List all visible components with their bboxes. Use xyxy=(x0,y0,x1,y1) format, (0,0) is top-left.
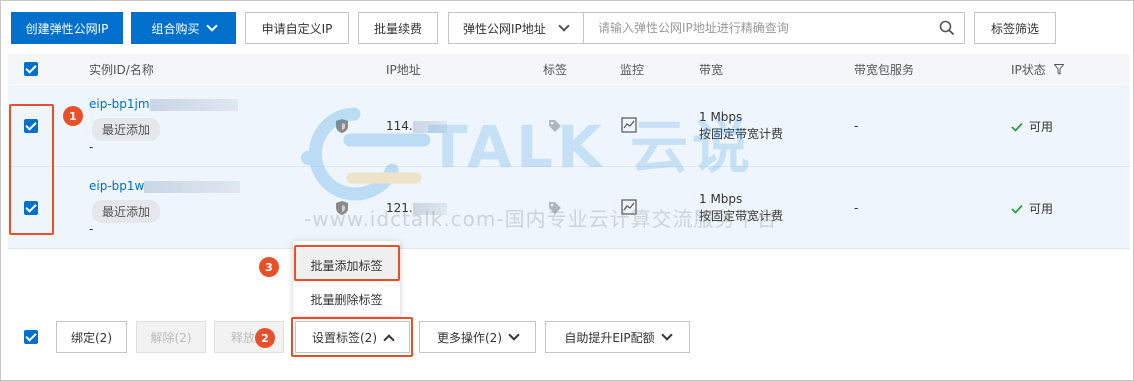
tag-filter-label: 标签筛选 xyxy=(990,21,1039,36)
increase-quota-button[interactable]: 自助提升EIP配额 xyxy=(545,321,690,353)
search-box: 弹性公网IP地址 xyxy=(448,12,965,44)
column-header-bandwidth-package: 带宽包服务 xyxy=(854,63,915,77)
increase-quota-label: 自助提升EIP配额 xyxy=(564,330,655,345)
ip-address-text: 114. xyxy=(386,119,413,133)
shield-icon xyxy=(336,119,348,133)
recent-tag-badge: 最近添加 xyxy=(92,200,161,223)
instance-id-link[interactable]: eip-bp1jm xyxy=(89,97,238,111)
search-icon[interactable] xyxy=(930,13,964,43)
column-header-ip: IP地址 xyxy=(386,63,421,77)
column-header-monitor: 监控 xyxy=(620,63,645,77)
search-type-label: 弹性公网IP地址 xyxy=(463,21,546,36)
menu-item-batch-remove-tags[interactable]: 批量删除标签 xyxy=(293,282,400,316)
bandwidth-package-value: - xyxy=(854,201,859,215)
bundle-purchase-label: 组合购买 xyxy=(151,21,200,36)
bind-button[interactable]: 绑定(2) xyxy=(56,321,127,353)
create-eip-button[interactable]: 创建弹性公网IP xyxy=(11,12,123,44)
check-icon xyxy=(1011,204,1023,214)
chevron-down-icon xyxy=(508,328,520,341)
instance-name: - xyxy=(89,140,94,154)
redacted-id xyxy=(149,98,238,111)
more-actions-label: 更多操作(2) xyxy=(437,330,502,345)
apply-custom-ip-button[interactable]: 申请自定义IP xyxy=(245,12,349,44)
chevron-down-icon xyxy=(558,19,570,32)
ip-status: 可用 xyxy=(1011,118,1053,135)
ip-status: 可用 xyxy=(1011,200,1053,217)
watermark-brand: TALK 云说 xyxy=(428,113,755,181)
instance-id-text: eip-bp1jm xyxy=(89,97,150,111)
ip-status-text: 可用 xyxy=(1029,202,1054,216)
table-header: 实例ID/名称 IP地址 标签 监控 带宽 带宽包服务 IP状态 xyxy=(8,54,1130,84)
tag-filter-button[interactable]: 标签筛选 xyxy=(974,12,1056,44)
bundle-purchase-button[interactable]: 组合购买 xyxy=(131,12,236,44)
search-type-select[interactable]: 弹性公网IP地址 xyxy=(449,13,584,43)
filter-icon[interactable] xyxy=(1053,64,1065,75)
check-icon xyxy=(1011,122,1023,132)
chevron-down-icon xyxy=(205,19,218,32)
annotation-badge-1: 1 xyxy=(63,106,83,126)
annotation-highlight-set-tags xyxy=(291,317,413,357)
batch-renew-label: 批量续费 xyxy=(373,21,422,36)
instance-name: - xyxy=(89,222,94,236)
column-header-tag: 标签 xyxy=(543,63,568,77)
apply-custom-ip-label: 申请自定义IP xyxy=(261,21,333,36)
unbind-button[interactable]: 解除(2) xyxy=(136,321,206,353)
select-all-checkbox[interactable] xyxy=(24,62,38,76)
annotation-highlight-batch-add xyxy=(294,245,400,281)
instance-id-link[interactable]: eip-bp1w xyxy=(89,179,241,193)
ip-status-text: 可用 xyxy=(1029,120,1054,134)
create-eip-label: 创建弹性公网IP xyxy=(25,21,109,36)
bottom-select-all-checkbox[interactable] xyxy=(24,330,38,344)
annotation-badge-2: 2 xyxy=(255,328,275,348)
release-label: 释放 xyxy=(231,330,256,345)
unbind-label: 解除(2) xyxy=(150,330,192,345)
chevron-down-icon xyxy=(661,328,673,341)
bind-label: 绑定(2) xyxy=(71,330,112,345)
search-input[interactable] xyxy=(584,13,930,43)
redacted-id xyxy=(144,180,241,193)
annotation-highlight-checkboxes xyxy=(9,104,54,235)
column-header-bandwidth: 带宽 xyxy=(699,63,724,77)
ip-status-header-label: IP状态 xyxy=(1011,63,1046,77)
column-header-instance: 实例ID/名称 xyxy=(89,63,154,77)
annotation-badge-3: 3 xyxy=(259,257,279,277)
more-actions-button[interactable]: 更多操作(2) xyxy=(419,321,536,353)
column-header-ip-status[interactable]: IP状态 xyxy=(1011,61,1065,78)
batch-renew-button[interactable]: 批量续费 xyxy=(358,12,438,44)
bandwidth-package-value: - xyxy=(854,119,859,133)
recent-tag-badge: 最近添加 xyxy=(92,118,161,141)
watermark-tagline: -www.idctalk.com-国内专业云计算交流服务平台- xyxy=(304,207,786,231)
instance-id-text: eip-bp1w xyxy=(89,179,145,193)
